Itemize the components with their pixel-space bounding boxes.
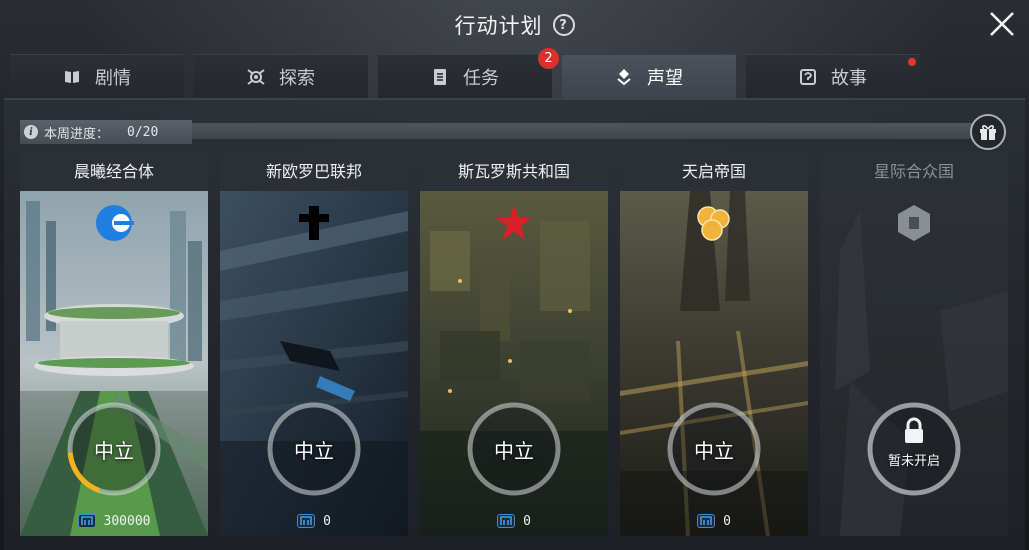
tab-label: 探索 [279,67,315,89]
progress-label-box: i 本周进度： 0/20 [20,120,192,144]
reputation-points: 0 [420,511,608,531]
tab-story[interactable]: 故事 [746,54,920,98]
progress-value: 0/20 [127,124,159,140]
reputation-ring: 中立 [664,399,764,499]
help-icon[interactable]: ? [552,14,575,36]
reputation-value: 0 [723,513,731,529]
reputation-points: 300000 [20,511,208,531]
tab-label: 故事 [831,67,867,89]
reputation-currency-icon [297,514,316,528]
locked-label: 暂未开启 [887,453,940,469]
reputation-currency-icon [77,514,96,528]
page-title: 行动计划 [454,14,543,38]
red-star-emblem-icon [496,205,532,240]
tab-story-plot[interactable]: 剧情 [10,54,184,98]
close-icon[interactable] [987,9,1017,39]
reputation-value: 0 [523,513,531,529]
progress-track [190,123,985,139]
task-icon [434,68,446,85]
faction-card-dawn[interactable]: 晨曦经合体 中立 300000 [20,153,208,536]
progress-label: 本周进度： [44,126,110,142]
faction-card-swaros[interactable]: 斯瓦罗斯共和国 中立 0 [420,153,608,536]
reputation-points: 0 [620,511,808,531]
hexagon-emblem-icon [898,205,930,241]
book-icon [65,70,79,83]
standing-label: 中立 [494,438,534,463]
title-bar: 行动计划 ? [0,10,1029,40]
standing-label: 中立 [694,438,734,463]
tab-explore[interactable]: 探索 [194,54,368,98]
reputation-currency-icon [497,514,516,528]
tab-tasks[interactable]: 任务 2 [378,48,559,98]
reputation-value: 0 [323,513,331,529]
faction-card-apocalypse-empire[interactable]: 天启帝国 中立 0 [620,153,808,536]
gift-icon [980,125,996,140]
faction-card-new-europa[interactable]: 新欧罗巴联邦 中立 0 [220,153,408,536]
reputation-value: 300000 [103,513,151,529]
dawn-emblem-icon [96,205,134,241]
orbs-emblem-icon [697,206,730,241]
faction-name: 天启帝国 [620,153,808,191]
notification-dot [908,58,916,66]
notification-badge: 2 [538,48,559,69]
faction-card-interstellar-union[interactable]: 星际合众国 暂未开启 [820,153,1008,536]
standing-label: 中立 [294,438,334,463]
reputation-icon [617,68,631,85]
faction-name: 新欧罗巴联邦 [220,153,408,191]
tab-bar: 剧情 探索 任务 2 声望 故事 [10,48,1024,98]
gift-button[interactable] [970,114,1006,150]
explore-icon [247,68,265,85]
tab-reputation[interactable]: 声望 [562,54,736,98]
tab-label: 剧情 [95,67,131,89]
faction-name: 斯瓦罗斯共和国 [420,153,608,191]
header: 行动计划 ? [0,0,1029,50]
faction-name: 星际合众国 [820,153,1008,191]
info-icon[interactable]: i [24,125,38,139]
reputation-points: 0 [220,511,408,531]
story-icon [800,68,816,85]
tab-label: 任务 [463,67,499,89]
action-plan-screen: 行动计划 ? 剧情 探索 任务 2 声望 故事 i 本周进度： 0/20 晨曦经… [0,0,1029,550]
locked-ring: 暂未开启 [864,399,964,499]
reputation-ring: 中立 [64,399,164,499]
reputation-ring: 中立 [264,399,364,499]
tab-label: 声望 [647,67,683,89]
cross-emblem-icon [299,206,329,240]
faction-name: 晨曦经合体 [20,153,208,191]
standing-label: 中立 [94,438,134,463]
weekly-progress: i 本周进度： 0/20 [20,120,985,144]
faction-list: 晨曦经合体 中立 300000 新欧罗巴联邦 中立 0 斯瓦罗斯共和国 中立 0… [20,153,1020,536]
reputation-currency-icon [697,514,716,528]
reputation-ring: 中立 [464,399,564,499]
